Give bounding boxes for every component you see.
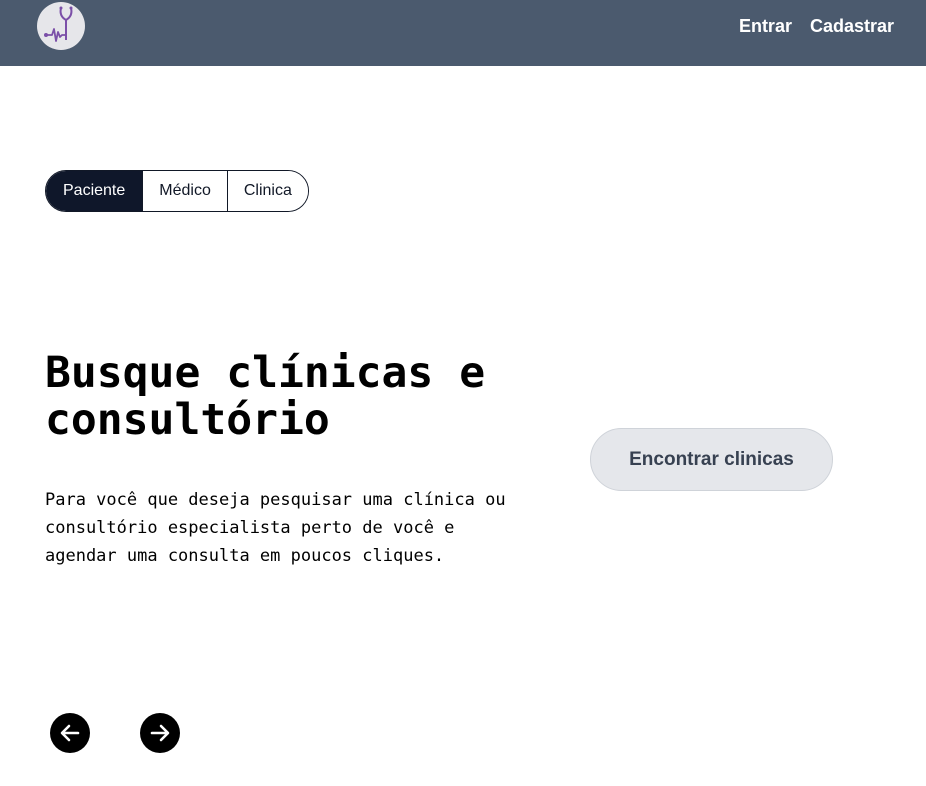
arrow-right-icon <box>150 724 170 742</box>
tab-clinica[interactable]: Clinica <box>226 171 308 211</box>
header-nav: Entrar Cadastrar <box>739 15 894 37</box>
carousel-next-button[interactable] <box>140 713 180 753</box>
find-clinics-button[interactable]: Encontrar clinicas <box>590 428 833 491</box>
slide-description: Para você que deseja pesquisar uma clíni… <box>45 490 506 566</box>
signup-link[interactable]: Cadastrar <box>810 15 894 37</box>
logo[interactable] <box>37 2 85 50</box>
carousel-prev-button[interactable] <box>50 713 90 753</box>
top-navbar: Entrar Cadastrar <box>0 0 926 66</box>
stethoscope-logo-icon <box>44 6 73 42</box>
tab-medico[interactable]: Médico <box>142 171 227 211</box>
tab-paciente[interactable]: Paciente <box>46 171 143 211</box>
slide-title: Busque clínicas e consultório <box>45 348 486 445</box>
role-tabs: Paciente Médico Clinica <box>45 170 309 212</box>
login-link[interactable]: Entrar <box>739 15 792 37</box>
arrow-left-icon <box>60 724 80 742</box>
